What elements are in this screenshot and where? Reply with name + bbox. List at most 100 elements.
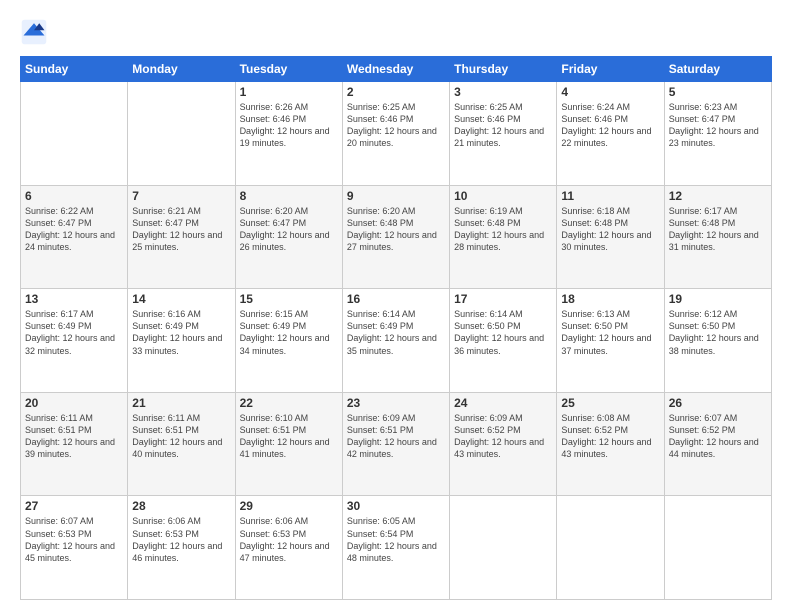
day-info: Sunrise: 6:21 AM Sunset: 6:47 PM Dayligh… [132, 205, 230, 254]
day-number: 23 [347, 396, 445, 410]
day-info: Sunrise: 6:09 AM Sunset: 6:51 PM Dayligh… [347, 412, 445, 461]
logo-icon [20, 18, 48, 46]
calendar-cell: 5 Sunrise: 6:23 AM Sunset: 6:47 PM Daylig… [664, 82, 771, 186]
day-info: Sunrise: 6:23 AM Sunset: 6:47 PM Dayligh… [669, 101, 767, 150]
calendar-cell: 4 Sunrise: 6:24 AM Sunset: 6:46 PM Daylig… [557, 82, 664, 186]
calendar-cell [664, 496, 771, 600]
day-number: 15 [240, 292, 338, 306]
calendar-cell: 1Sunrise: 6:26 AM Sunset: 6:46 PM Daylig… [235, 82, 342, 186]
day-number: 25 [561, 396, 659, 410]
calendar-cell: 29 Sunrise: 6:06 AM Sunset: 6:53 PM Dayli… [235, 496, 342, 600]
day-number: 4 [561, 85, 659, 99]
calendar-cell: 8 Sunrise: 6:20 AM Sunset: 6:47 PM Daylig… [235, 185, 342, 289]
day-number: 26 [669, 396, 767, 410]
calendar-cell: 27 Sunrise: 6:07 AM Sunset: 6:53 PM Dayli… [21, 496, 128, 600]
day-number: 21 [132, 396, 230, 410]
calendar-cell: 24 Sunrise: 6:09 AM Sunset: 6:52 PM Dayli… [450, 392, 557, 496]
col-header-thursday: Thursday [450, 57, 557, 82]
calendar-table: SundayMondayTuesdayWednesdayThursdayFrid… [20, 56, 772, 600]
day-number: 7 [132, 189, 230, 203]
day-info: Sunrise: 6:09 AM Sunset: 6:52 PM Dayligh… [454, 412, 552, 461]
day-info: Sunrise: 6:11 AM Sunset: 6:51 PM Dayligh… [132, 412, 230, 461]
calendar-cell: 9 Sunrise: 6:20 AM Sunset: 6:48 PM Daylig… [342, 185, 449, 289]
day-info: Sunrise: 6:10 AM Sunset: 6:51 PM Dayligh… [240, 412, 338, 461]
calendar-cell: 2Sunrise: 6:25 AM Sunset: 6:46 PM Daylig… [342, 82, 449, 186]
calendar-cell: 22 Sunrise: 6:10 AM Sunset: 6:51 PM Dayli… [235, 392, 342, 496]
day-info: Sunrise: 6:15 AM Sunset: 6:49 PM Dayligh… [240, 308, 338, 357]
day-info: Sunrise: 6:18 AM Sunset: 6:48 PM Dayligh… [561, 205, 659, 254]
day-number: 12 [669, 189, 767, 203]
calendar-cell: 3Sunrise: 6:25 AM Sunset: 6:46 PM Daylig… [450, 82, 557, 186]
day-number: 30 [347, 499, 445, 513]
calendar-week-1: 1Sunrise: 6:26 AM Sunset: 6:46 PM Daylig… [21, 82, 772, 186]
day-info: Sunrise: 6:12 AM Sunset: 6:50 PM Dayligh… [669, 308, 767, 357]
day-number: 18 [561, 292, 659, 306]
day-info: Sunrise: 6:25 AM Sunset: 6:46 PM Dayligh… [454, 101, 552, 150]
calendar-header-row: SundayMondayTuesdayWednesdayThursdayFrid… [21, 57, 772, 82]
day-info: Sunrise: 6:07 AM Sunset: 6:53 PM Dayligh… [25, 515, 123, 564]
calendar-cell: 17 Sunrise: 6:14 AM Sunset: 6:50 PM Dayli… [450, 289, 557, 393]
col-header-sunday: Sunday [21, 57, 128, 82]
day-number: 6 [25, 189, 123, 203]
day-number: 10 [454, 189, 552, 203]
calendar-cell: 12 Sunrise: 6:17 AM Sunset: 6:48 PM Dayli… [664, 185, 771, 289]
day-number: 14 [132, 292, 230, 306]
day-info: Sunrise: 6:05 AM Sunset: 6:54 PM Dayligh… [347, 515, 445, 564]
calendar-cell: 7 Sunrise: 6:21 AM Sunset: 6:47 PM Daylig… [128, 185, 235, 289]
day-number: 9 [347, 189, 445, 203]
day-info: Sunrise: 6:17 AM Sunset: 6:48 PM Dayligh… [669, 205, 767, 254]
header [20, 18, 772, 46]
calendar-cell: 28 Sunrise: 6:06 AM Sunset: 6:53 PM Dayli… [128, 496, 235, 600]
calendar-cell: 6 Sunrise: 6:22 AM Sunset: 6:47 PM Daylig… [21, 185, 128, 289]
calendar-cell: 10 Sunrise: 6:19 AM Sunset: 6:48 PM Dayli… [450, 185, 557, 289]
day-number: 8 [240, 189, 338, 203]
day-number: 28 [132, 499, 230, 513]
day-number: 29 [240, 499, 338, 513]
day-info: Sunrise: 6:20 AM Sunset: 6:47 PM Dayligh… [240, 205, 338, 254]
calendar-cell: 13Sunrise: 6:17 AM Sunset: 6:49 PM Dayli… [21, 289, 128, 393]
day-number: 17 [454, 292, 552, 306]
day-number: 1 [240, 85, 338, 99]
day-info: Sunrise: 6:14 AM Sunset: 6:49 PM Dayligh… [347, 308, 445, 357]
calendar-cell: 16 Sunrise: 6:14 AM Sunset: 6:49 PM Dayli… [342, 289, 449, 393]
calendar-cell: 30 Sunrise: 6:05 AM Sunset: 6:54 PM Dayli… [342, 496, 449, 600]
day-number: 16 [347, 292, 445, 306]
logo [20, 18, 52, 46]
calendar-week-3: 13Sunrise: 6:17 AM Sunset: 6:49 PM Dayli… [21, 289, 772, 393]
day-info: Sunrise: 6:22 AM Sunset: 6:47 PM Dayligh… [25, 205, 123, 254]
day-info: Sunrise: 6:14 AM Sunset: 6:50 PM Dayligh… [454, 308, 552, 357]
calendar-cell: 11Sunrise: 6:18 AM Sunset: 6:48 PM Dayli… [557, 185, 664, 289]
calendar-cell: 14 Sunrise: 6:16 AM Sunset: 6:49 PM Dayli… [128, 289, 235, 393]
day-number: 22 [240, 396, 338, 410]
day-info: Sunrise: 6:11 AM Sunset: 6:51 PM Dayligh… [25, 412, 123, 461]
calendar-cell: 15 Sunrise: 6:15 AM Sunset: 6:49 PM Dayli… [235, 289, 342, 393]
day-info: Sunrise: 6:06 AM Sunset: 6:53 PM Dayligh… [240, 515, 338, 564]
col-header-monday: Monday [128, 57, 235, 82]
day-info: Sunrise: 6:19 AM Sunset: 6:48 PM Dayligh… [454, 205, 552, 254]
day-info: Sunrise: 6:20 AM Sunset: 6:48 PM Dayligh… [347, 205, 445, 254]
day-info: Sunrise: 6:08 AM Sunset: 6:52 PM Dayligh… [561, 412, 659, 461]
calendar-cell [450, 496, 557, 600]
calendar-cell: 26Sunrise: 6:07 AM Sunset: 6:52 PM Dayli… [664, 392, 771, 496]
col-header-friday: Friday [557, 57, 664, 82]
day-info: Sunrise: 6:25 AM Sunset: 6:46 PM Dayligh… [347, 101, 445, 150]
col-header-saturday: Saturday [664, 57, 771, 82]
calendar-cell [557, 496, 664, 600]
day-info: Sunrise: 6:06 AM Sunset: 6:53 PM Dayligh… [132, 515, 230, 564]
day-info: Sunrise: 6:16 AM Sunset: 6:49 PM Dayligh… [132, 308, 230, 357]
calendar-cell: 18Sunrise: 6:13 AM Sunset: 6:50 PM Dayli… [557, 289, 664, 393]
day-number: 19 [669, 292, 767, 306]
calendar-cell: 20 Sunrise: 6:11 AM Sunset: 6:51 PM Dayli… [21, 392, 128, 496]
day-info: Sunrise: 6:24 AM Sunset: 6:46 PM Dayligh… [561, 101, 659, 150]
day-number: 24 [454, 396, 552, 410]
day-number: 27 [25, 499, 123, 513]
day-number: 5 [669, 85, 767, 99]
day-number: 20 [25, 396, 123, 410]
col-header-tuesday: Tuesday [235, 57, 342, 82]
calendar-cell: 21 Sunrise: 6:11 AM Sunset: 6:51 PM Dayli… [128, 392, 235, 496]
calendar-cell [21, 82, 128, 186]
day-number: 13 [25, 292, 123, 306]
page: SundayMondayTuesdayWednesdayThursdayFrid… [0, 0, 792, 612]
calendar-week-5: 27 Sunrise: 6:07 AM Sunset: 6:53 PM Dayli… [21, 496, 772, 600]
calendar-week-2: 6 Sunrise: 6:22 AM Sunset: 6:47 PM Daylig… [21, 185, 772, 289]
